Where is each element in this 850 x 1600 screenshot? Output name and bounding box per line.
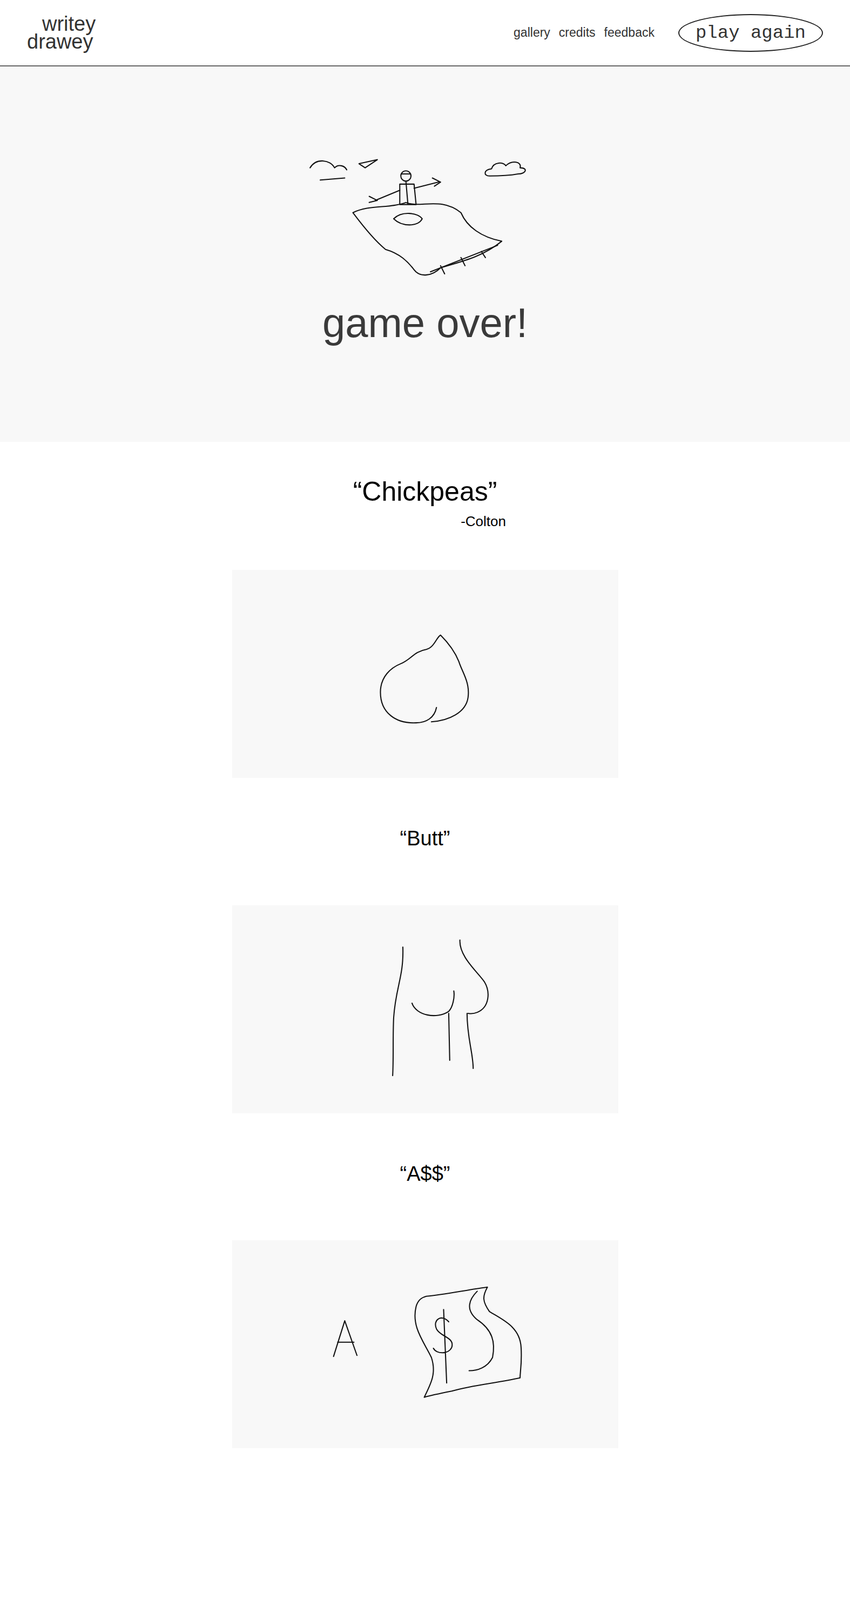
sketch-icon bbox=[232, 1239, 619, 1448]
prompt-author: -Colton bbox=[343, 510, 507, 532]
hero-title: game over! bbox=[322, 298, 528, 348]
page: writeydrawey gallery credits feedback play a… bbox=[0, 0, 850, 1600]
hero: game over! bbox=[0, 66, 850, 442]
sketch-icon bbox=[232, 905, 619, 1113]
sketch-icon bbox=[232, 569, 619, 778]
nav: gallery credits feedback bbox=[513, 23, 655, 43]
prompt-text: “Chickpeas” bbox=[353, 475, 498, 508]
header-actions: gallery credits feedback play again bbox=[513, 14, 823, 52]
nav-link[interactable]: feedback bbox=[604, 23, 655, 43]
prompt: “Chickpeas”-Colton bbox=[343, 475, 507, 532]
drawing bbox=[232, 1239, 619, 1448]
logo[interactable]: writeydrawey bbox=[27, 15, 96, 51]
flying-carpet-icon bbox=[307, 155, 543, 283]
drawing bbox=[232, 905, 619, 1113]
nav-link[interactable]: credits bbox=[558, 23, 596, 43]
nav-link[interactable]: gallery bbox=[513, 23, 551, 43]
logo-line: drawey bbox=[27, 32, 96, 51]
header: writeydrawey gallery credits feedback play a… bbox=[0, 0, 850, 67]
rounds: “Chickpeas”-Colton “Butt” “A$$” bbox=[0, 441, 850, 1594]
guess-text: “A$$” bbox=[400, 1161, 451, 1187]
logo-line: writey bbox=[27, 15, 96, 33]
play-again-button[interactable]: play again bbox=[678, 14, 823, 52]
drawing bbox=[232, 569, 619, 778]
guess-text: “Butt” bbox=[400, 826, 451, 852]
